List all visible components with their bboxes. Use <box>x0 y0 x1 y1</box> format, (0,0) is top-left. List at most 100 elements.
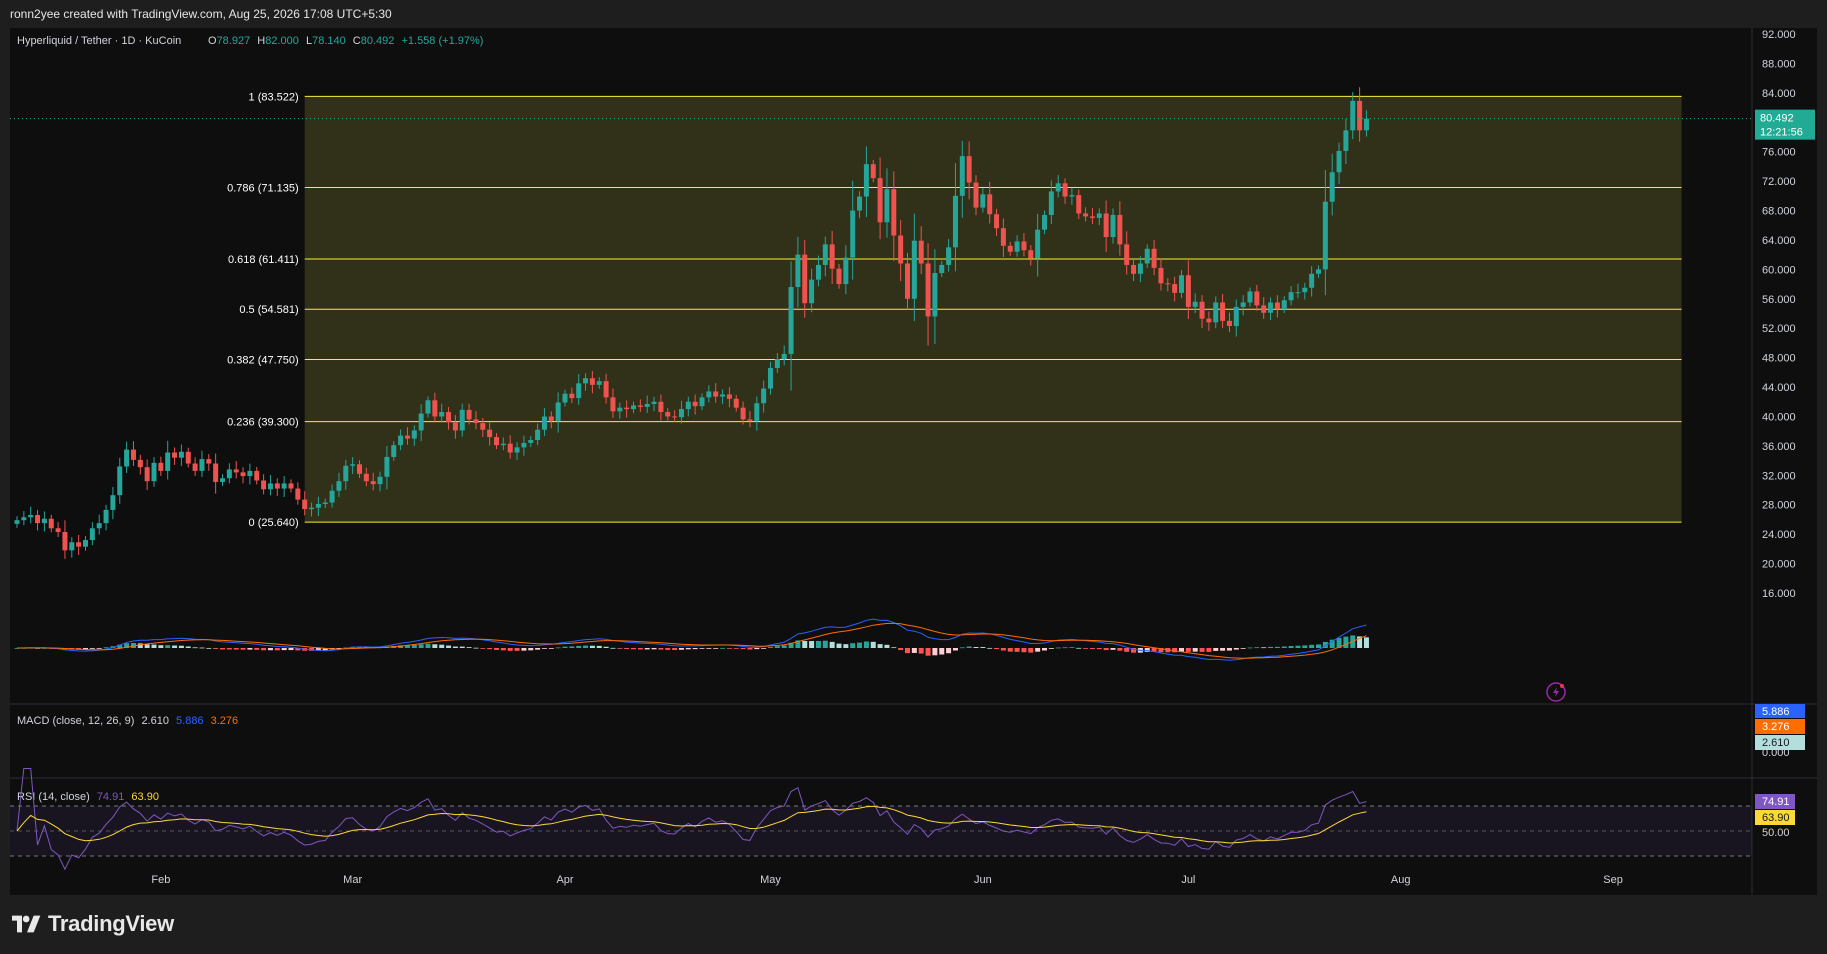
fibonacci-retracement[interactable]: 1 (83.522) 0.786 (71.135) 0.618 (61.411) 0.… <box>227 91 1682 529</box>
price-tick-label: 88.000 <box>1762 58 1796 70</box>
macd-histogram-bar <box>487 648 493 650</box>
candle-body <box>624 407 630 410</box>
macd-line-value: 5.886 <box>176 715 204 727</box>
time-tick-label: Sep <box>1603 874 1623 886</box>
candle-body <box>685 401 691 410</box>
candle-body <box>1233 306 1239 327</box>
candle-body <box>822 244 828 265</box>
legend-symbol[interactable]: Hyperliquid / Tether · 1D · KuCoin <box>17 35 181 47</box>
macd-histogram-bar <box>692 648 698 650</box>
macd-histogram-bar <box>439 644 445 648</box>
macd-histogram-bar <box>137 643 143 648</box>
candle-body <box>1131 264 1137 274</box>
macd-histogram-bar <box>754 648 760 650</box>
macd-histogram-bar <box>96 648 102 649</box>
macd-histogram-bar <box>1055 647 1061 649</box>
candle-body <box>973 182 979 208</box>
candle-body <box>192 463 198 471</box>
macd-histogram-bar <box>213 648 219 649</box>
macd-histogram-bar <box>973 647 979 648</box>
time-tick-label: Feb <box>151 874 170 886</box>
macd-histogram-bar <box>1220 648 1226 651</box>
candle-body <box>1103 213 1109 238</box>
chart-frame[interactable]: 1 (83.522) 0.786 (71.135) 0.618 (61.411) 0.… <box>10 28 1817 895</box>
candle-body <box>1295 292 1301 294</box>
candle-body <box>706 391 712 398</box>
macd-histogram-bar <box>1048 648 1054 649</box>
macd-histogram-bar <box>1124 648 1130 652</box>
time-axis[interactable]: Feb Mar Apr May Jun Jul Aug Sep <box>151 874 1622 886</box>
candle-body <box>41 518 47 524</box>
time-tick-label: May <box>760 874 781 886</box>
candle-body <box>1179 275 1184 293</box>
legend-open: 78.927 <box>217 35 251 47</box>
macd-histogram-bar <box>1363 637 1369 648</box>
macd-histogram-bar <box>911 648 917 653</box>
macd-histogram-bar <box>1309 644 1315 648</box>
macd-histogram-bar <box>1096 648 1102 650</box>
macd-histogram-bar <box>720 647 726 649</box>
rsi-ma-badge-text: 63.90 <box>1762 812 1790 824</box>
macd-histogram-bar <box>610 647 616 649</box>
macd-histogram-bar <box>562 646 568 648</box>
time-tick-label: Jul <box>1181 874 1195 886</box>
candle-body <box>870 164 876 179</box>
candle-body <box>1144 248 1150 264</box>
macd-histogram-bar <box>603 646 609 648</box>
macd-histogram-bar <box>651 648 657 650</box>
candle-body <box>1343 130 1349 151</box>
candle-body <box>1089 216 1095 218</box>
rsi-title: RSI (14, close) 74.91 63.90 <box>17 791 159 803</box>
chart-canvas[interactable]: 1 (83.522) 0.786 (71.135) 0.618 (61.411) 0.… <box>10 28 1817 895</box>
candle-body <box>350 464 356 466</box>
candle-body <box>288 483 294 489</box>
candle-body <box>343 465 349 482</box>
macd-histogram-bar <box>959 647 965 649</box>
candle-body <box>994 214 1000 229</box>
legend-change: +1.558 (+1.97%) <box>401 35 483 47</box>
candle-body <box>322 502 328 505</box>
macd-histogram-bar <box>1254 647 1260 649</box>
rsi-pane[interactable]: RSI (14, close) 74.91 63.90 74.91 63.90 … <box>10 768 1795 871</box>
symbol-legend[interactable]: Hyperliquid / Tether · 1D · KuCoin O78.9… <box>17 35 483 47</box>
candle-body <box>829 244 835 269</box>
macd-histogram-bar <box>267 648 273 651</box>
candle-body <box>761 388 767 404</box>
legend-ohlc: O78.927 H82.000 L78.140 C80.492 +1.558 (… <box>208 35 483 47</box>
macd-histogram-bar <box>103 647 109 649</box>
lightning-icon[interactable] <box>1546 682 1566 702</box>
candle-body <box>158 462 164 471</box>
macd-histogram-bar <box>576 645 582 648</box>
macd-histogram-bar <box>589 645 595 648</box>
macd-histogram-bar <box>494 648 499 650</box>
fib-level-label: 1 (83.522) <box>249 91 299 103</box>
candle-body <box>1288 292 1294 301</box>
macd-histogram-bar <box>158 645 164 648</box>
candle-body <box>377 476 383 485</box>
candle-body <box>103 509 109 524</box>
candle-body <box>1254 291 1260 306</box>
macd-histogram-bar <box>446 645 452 648</box>
macd-pane[interactable]: MACD (close, 12, 26, 9) 2.610 5.886 3.27… <box>14 618 1806 759</box>
macd-histogram-bar <box>994 648 1000 650</box>
macd-histogram-bar <box>946 648 952 654</box>
price-tick-label: 32.000 <box>1762 470 1796 482</box>
candle-body <box>699 397 705 407</box>
macd-histogram-bar <box>425 643 431 648</box>
candle-body <box>809 279 815 304</box>
macd-histogram-bar <box>761 648 767 649</box>
candle-body <box>939 264 945 274</box>
candle-body <box>569 393 575 399</box>
tradingview-logo[interactable]: TradingView <box>12 911 174 937</box>
macd-zero-label: 0.000 <box>1762 747 1790 759</box>
macd-histogram-bar <box>548 648 554 649</box>
macd-histogram-bar <box>528 648 534 651</box>
candle-body <box>1322 201 1328 270</box>
candle-body <box>644 403 650 407</box>
candle-body <box>124 449 130 467</box>
macd-histogram-bar <box>781 645 787 648</box>
macd-signal-line <box>17 622 1367 659</box>
candle-body <box>631 405 636 410</box>
macd-histogram-bar <box>1268 646 1274 648</box>
macd-histogram-bar <box>740 648 746 650</box>
